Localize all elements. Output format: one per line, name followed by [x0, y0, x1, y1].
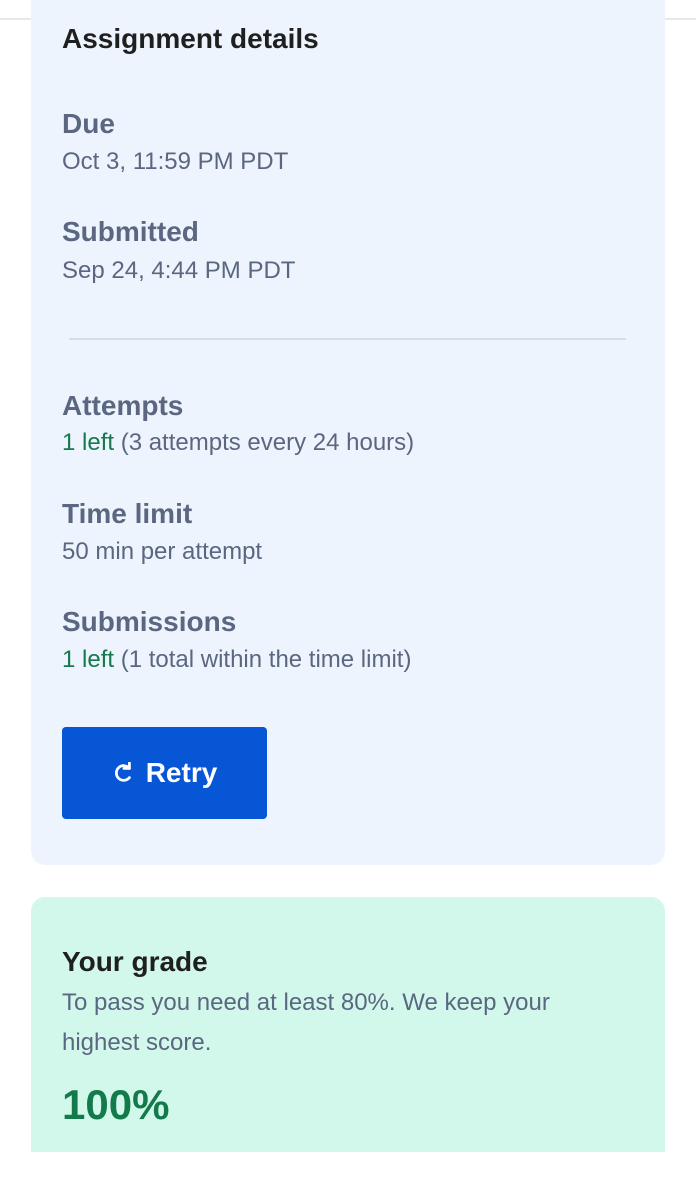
- assignment-details-card: Assignment details Due Oct 3, 11:59 PM P…: [31, 0, 665, 865]
- submitted-label: Submitted: [62, 216, 199, 247]
- grade-description: To pass you need at least 80%. We keep y…: [62, 989, 550, 1056]
- attempts-remaining: 1 left: [62, 429, 115, 456]
- attempts-label: Attempts: [62, 390, 184, 421]
- attempts-detail: (3 attempts every 24 hours): [120, 429, 415, 456]
- assignment-details-title: Assignment details: [62, 23, 319, 54]
- your-grade-card: Your grade To pass you need at least 80%…: [31, 897, 665, 1152]
- submissions-value: 1 left (1 total within the time limit): [62, 645, 411, 675]
- due-label: Due: [62, 108, 115, 139]
- retry-button[interactable]: Retry: [62, 727, 267, 819]
- time-limit-value: 50 min per attempt: [62, 538, 263, 565]
- submitted-value: Sep 24, 4:44 PM PDT: [62, 257, 296, 284]
- refresh-icon: [112, 762, 134, 784]
- retry-button-label: Retry: [145, 757, 218, 788]
- due-value: Oct 3, 11:59 PM PDT: [62, 148, 289, 175]
- time-limit-label: Time limit: [62, 498, 193, 529]
- submissions-detail: (1 total within the time limit): [120, 646, 412, 673]
- grade-score: 100%: [62, 1081, 170, 1128]
- your-grade-title: Your grade: [62, 946, 208, 977]
- attempts-value: 1 left (3 attempts every 24 hours): [62, 428, 414, 458]
- details-divider: [69, 338, 626, 340]
- submissions-remaining: 1 left: [62, 646, 115, 673]
- submissions-label: Submissions: [62, 606, 237, 637]
